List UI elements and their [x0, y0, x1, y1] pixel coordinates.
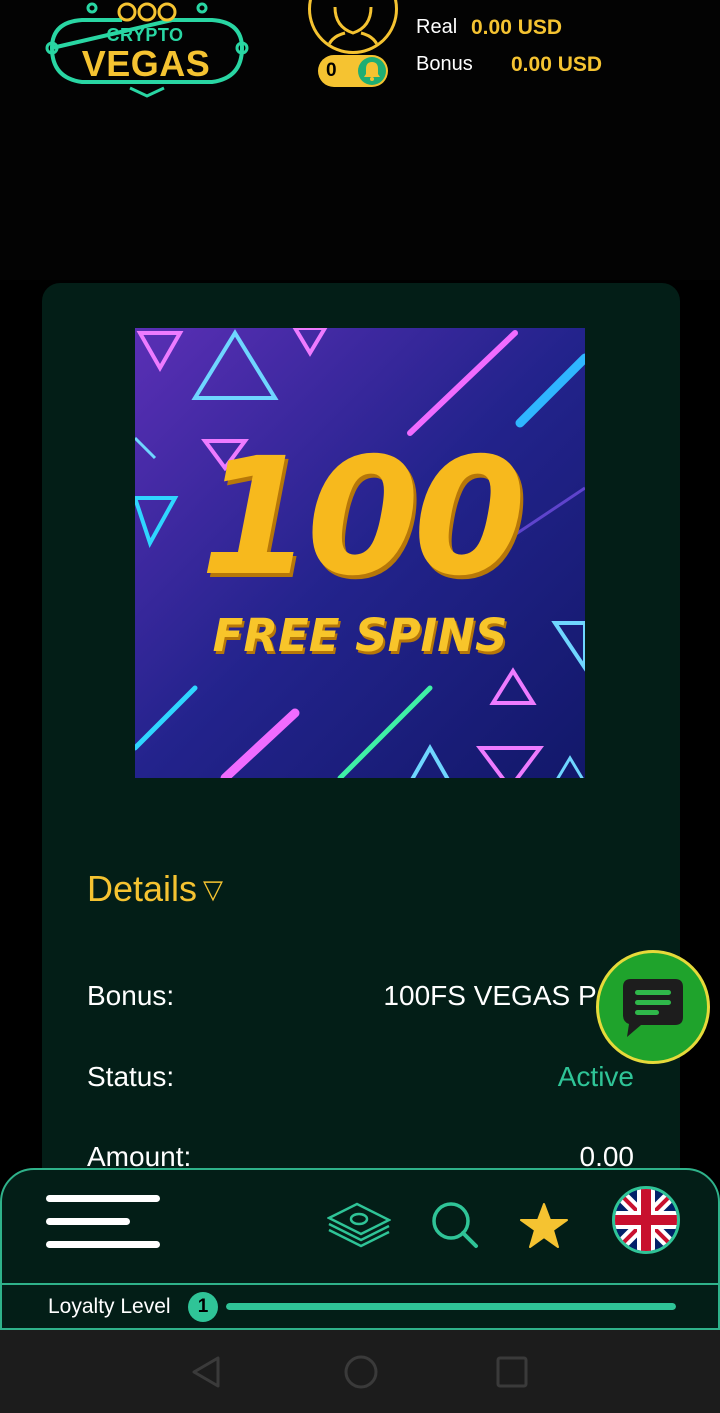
loyalty-level-badge: 1 — [188, 1292, 218, 1322]
bonus-balance-amount: 0.00 USD — [511, 53, 603, 76]
crypto-vegas-logo[interactable]: CRYPTO VEGAS — [42, 0, 252, 100]
bottom-navigation-bar: Loyalty Level 1 — [0, 1168, 720, 1330]
details-label: Details — [87, 868, 198, 909]
bell-icon — [358, 57, 386, 85]
loyalty-label: Loyalty Level — [48, 1295, 171, 1318]
back-icon[interactable] — [190, 1355, 224, 1394]
status-row-label: Status: — [87, 1061, 175, 1092]
search-icon[interactable] — [430, 1200, 480, 1255]
promo-headline-text: FREE SPINS — [212, 609, 508, 662]
promo-headline-number: 100 — [199, 424, 526, 612]
status-row-value: Active — [557, 1061, 634, 1092]
free-spins-banner: 100 FREE SPINS — [135, 328, 585, 778]
bonus-row-label: Bonus: — [87, 980, 175, 1011]
cash-icon[interactable] — [326, 1198, 392, 1253]
recent-apps-icon[interactable] — [496, 1356, 528, 1393]
home-icon[interactable] — [343, 1354, 379, 1395]
bonus-card: 100 FREE SPINS Details ▽ Bonus: 100FS VEG… — [42, 283, 680, 1283]
notifications-button[interactable]: 0 — [318, 55, 388, 87]
uk-flag-icon[interactable] — [612, 1186, 680, 1254]
menu-icon[interactable] — [46, 1192, 166, 1252]
notifications-count: 0 — [326, 60, 337, 81]
loyalty-progress-fill — [226, 1303, 676, 1310]
logo-vegas-text: VEGAS — [81, 43, 211, 84]
bonus-balance-label: Bonus — [416, 53, 473, 75]
loyalty-progress-track — [226, 1303, 676, 1310]
star-icon[interactable] — [520, 1203, 568, 1254]
chat-bubble-icon — [623, 979, 683, 1037]
user-avatar[interactable] — [308, 0, 398, 54]
real-balance-amount: 0.00 USD — [471, 16, 563, 39]
user-silhouette-icon — [325, 6, 381, 51]
caret-down-icon: ▽ — [203, 874, 224, 904]
chat-button[interactable] — [596, 950, 710, 1064]
details-toggle[interactable]: Details ▽ — [87, 868, 223, 910]
real-balance-label: Real — [416, 16, 458, 38]
header: CRYPTO VEGAS 0 Real 0.00 USD Bonus 0.00 … — [0, 0, 720, 280]
loyalty-level-bar: Loyalty Level 1 — [2, 1283, 718, 1328]
system-navigation-bar — [0, 1330, 720, 1413]
